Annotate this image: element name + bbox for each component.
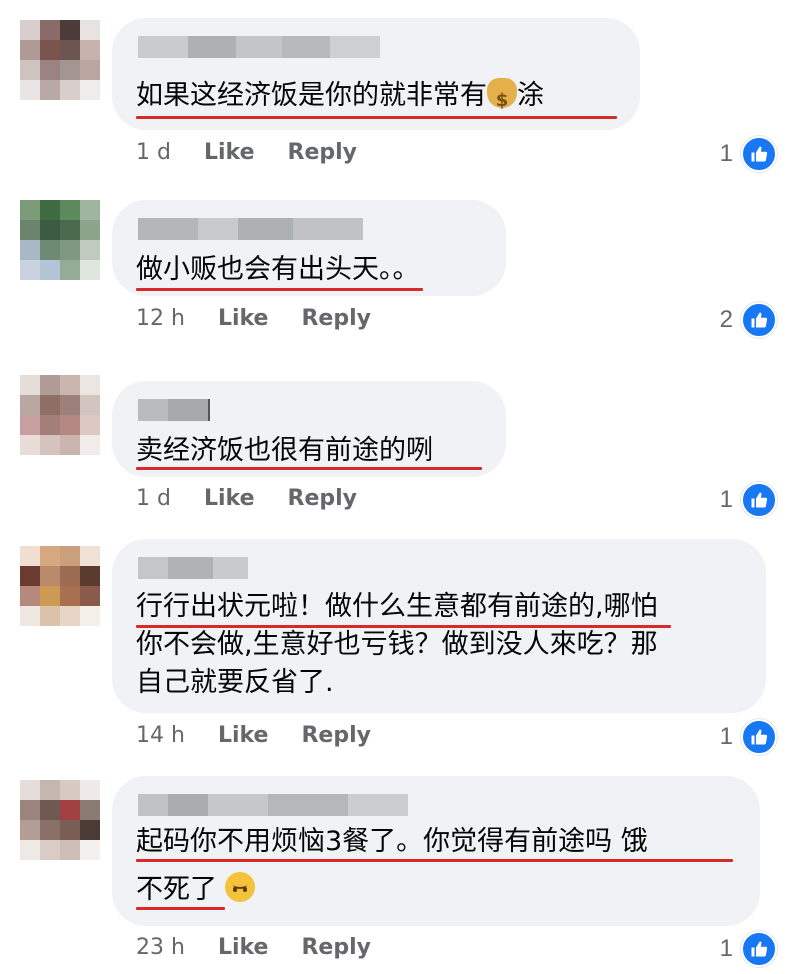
author-name-blurred[interactable] [138, 794, 408, 816]
comment-text-line-2: 不死了 [136, 870, 255, 910]
author-name-blurred[interactable] [138, 218, 363, 240]
author-name-blurred[interactable] [138, 36, 380, 58]
reply-button[interactable]: Reply [301, 723, 371, 748]
reaction-summary[interactable]: 1 [720, 719, 777, 755]
comment-timestamp[interactable]: 12 h [136, 306, 185, 331]
reply-button[interactable]: Reply [301, 935, 371, 960]
comment-timestamp[interactable]: 1 d [136, 486, 171, 511]
comment-text-line-3: 自己就要反省了. [136, 667, 334, 698]
red-underline [136, 625, 671, 628]
reaction-summary[interactable]: 2 [720, 302, 777, 338]
thumbs-up-icon [741, 482, 777, 518]
comment-text: 卖经济饭也很有前途的咧 [136, 435, 433, 466]
like-button[interactable]: Like [218, 723, 269, 748]
comment-text-line-1: 起码你不用烦恼3餐了。你觉得有前途吗 饿 [136, 826, 648, 857]
comment-bubble: 卖经济饭也很有前途的咧 [112, 381, 506, 477]
reaction-count: 1 [719, 935, 733, 962]
like-button[interactable]: Like [204, 140, 255, 165]
comment-bubble: 起码你不用烦恼3餐了。你觉得有前途吗 饿 不死了 [112, 776, 760, 926]
comment-timestamp[interactable]: 1 d [136, 140, 171, 165]
reply-button[interactable]: Reply [301, 306, 371, 331]
money-bag-icon [487, 78, 517, 121]
comment-bubble: 行行出状元啦！做什么生意都有前途的,哪怕 你不会做,生意好也亏钱？做到没人來吃？… [112, 539, 766, 713]
reaction-count: 1 [719, 140, 733, 167]
comment-text-line-2: 你不会做,生意好也亏钱？做到没人來吃？那 [136, 629, 658, 660]
reaction-count: 1 [719, 723, 733, 750]
avatar[interactable] [20, 200, 100, 280]
reaction-summary[interactable]: 1 [720, 931, 777, 967]
reaction-summary[interactable]: 1 [720, 136, 777, 172]
like-button[interactable]: Like [218, 306, 269, 331]
thumbs-up-icon [741, 136, 777, 172]
thumbs-up-icon [741, 302, 777, 338]
reaction-count: 1 [719, 486, 733, 513]
avatar[interactable] [20, 546, 100, 626]
comment-text-line-1: 行行出状元啦！做什么生意都有前途的,哪怕 [136, 591, 658, 622]
reaction-summary[interactable]: 1 [720, 482, 777, 518]
author-name-blurred[interactable] [138, 557, 248, 579]
reply-button[interactable]: Reply [288, 486, 358, 511]
red-underline [136, 859, 733, 862]
red-underline [136, 907, 225, 910]
comment-text: 如果这经济饭是你的就非常有涂 [136, 76, 544, 121]
thumbs-up-icon [741, 719, 777, 755]
avatar[interactable] [20, 780, 100, 860]
reply-button[interactable]: Reply [288, 140, 358, 165]
red-underline [136, 467, 482, 470]
thumbs-up-icon [741, 931, 777, 967]
comment-timestamp[interactable]: 14 h [136, 723, 185, 748]
upside-down-face-icon [225, 872, 255, 902]
avatar[interactable] [20, 20, 100, 100]
red-underline [136, 288, 423, 291]
like-button[interactable]: Like [218, 935, 269, 960]
avatar[interactable] [20, 375, 100, 455]
red-underline [136, 116, 617, 119]
comment-timestamp[interactable]: 23 h [136, 935, 185, 960]
comment-bubble: 做小贩也会有出头天。。 [112, 200, 506, 296]
author-name-blurred[interactable] [138, 399, 210, 421]
reaction-count: 2 [719, 306, 733, 333]
comment-bubble: 如果这经济饭是你的就非常有涂 [112, 18, 640, 130]
comment-text: 做小贩也会有出头天。。 [136, 254, 420, 285]
like-button[interactable]: Like [204, 486, 255, 511]
